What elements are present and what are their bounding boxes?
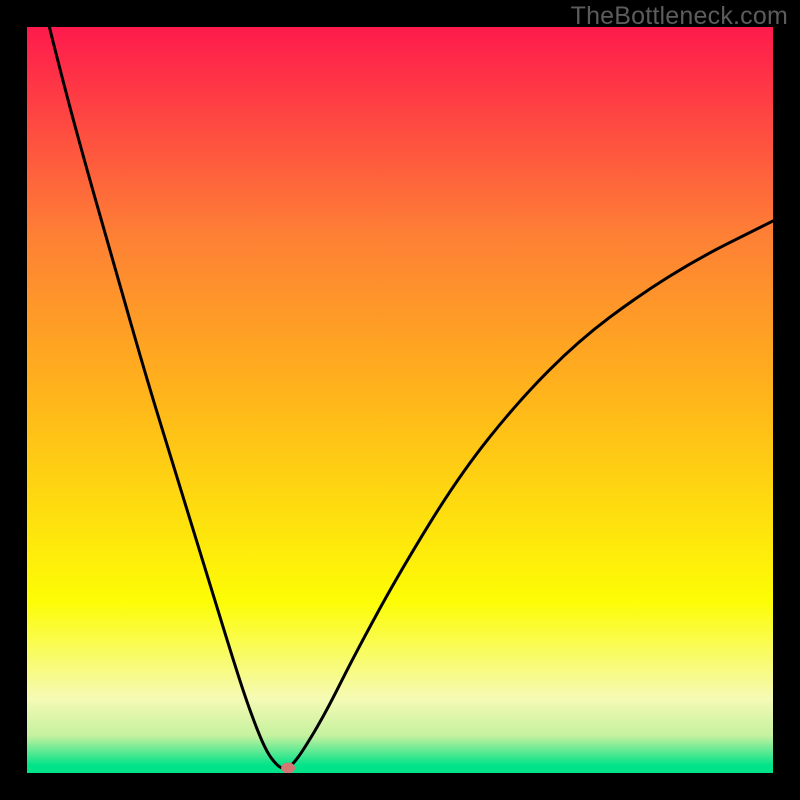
minimum-marker: [281, 763, 295, 774]
watermark-text: TheBottleneck.com: [571, 2, 788, 31]
gradient-background: [27, 27, 773, 773]
chart-area: [27, 27, 773, 773]
chart-svg: [27, 27, 773, 773]
